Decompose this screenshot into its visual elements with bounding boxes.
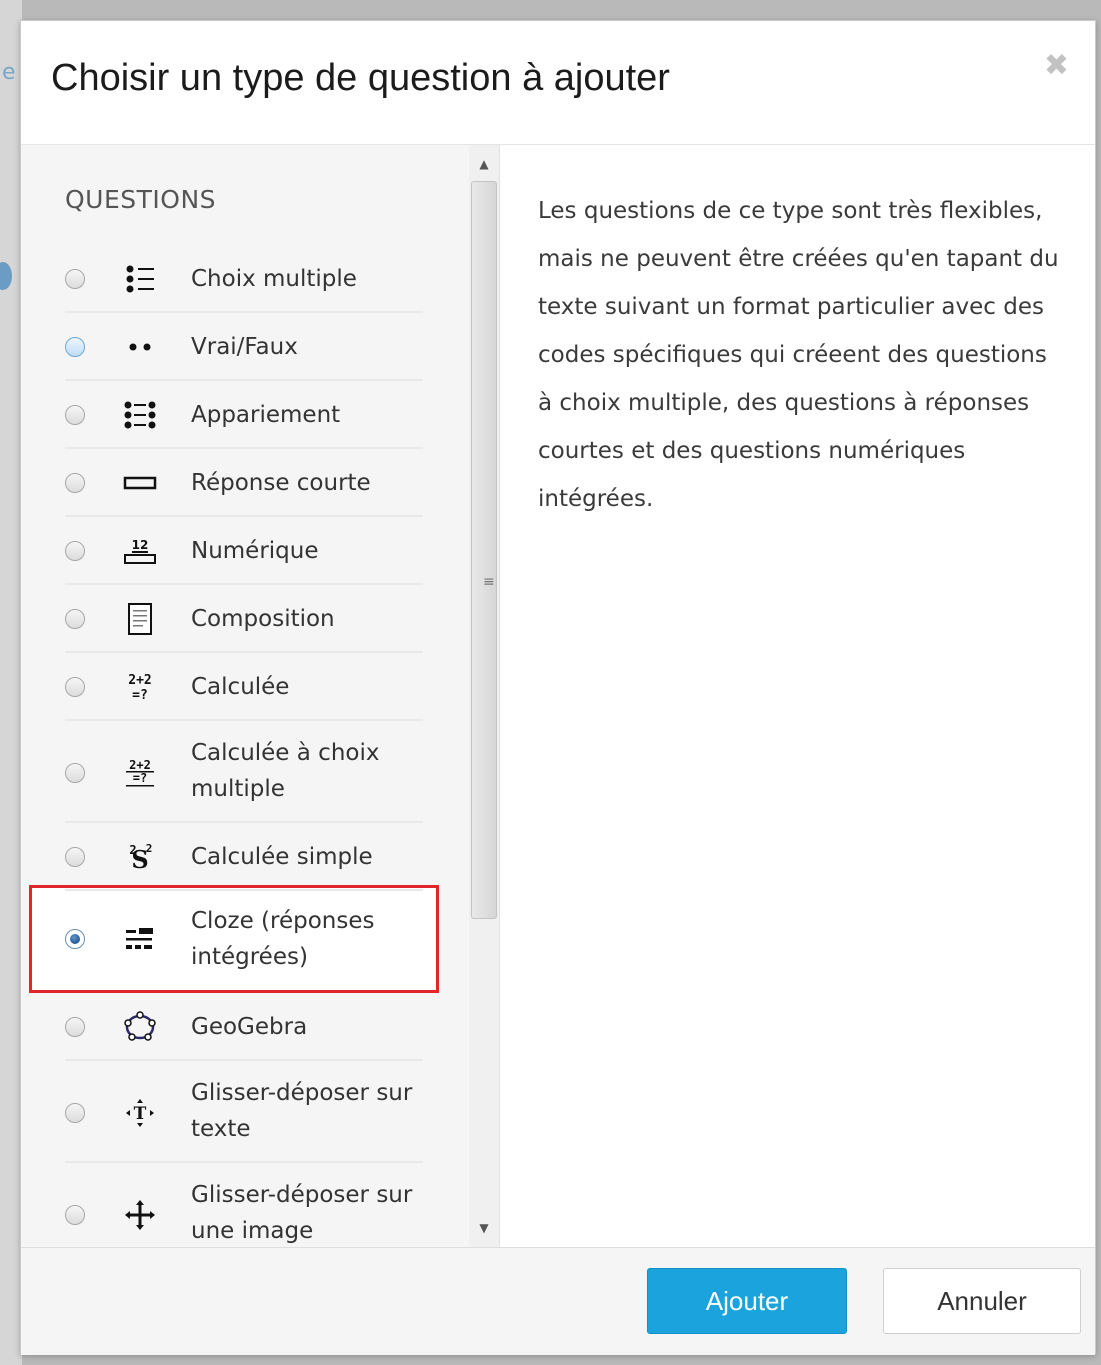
page-backdrop: e [0, 0, 22, 1365]
calculated-simple-icon: 2S2 [123, 840, 157, 874]
question-type-description: Les questions de ce type sont très flexi… [538, 198, 1059, 512]
calculated-multichoice-icon: 2+2 =? [123, 756, 157, 790]
svg-text:2: 2 [146, 842, 153, 855]
cancel-button[interactable]: Annuler [883, 1268, 1081, 1334]
question-type-label: Vrai/Faux [191, 334, 298, 360]
question-type-option[interactable]: Cloze (réponses intégrées) [21, 891, 467, 987]
question-type-radio[interactable] [65, 929, 85, 949]
question-type-option[interactable]: Vrai/Faux [21, 313, 467, 381]
question-type-label: Glisser-déposer sur texte [191, 1080, 413, 1142]
question-type-option[interactable]: 2S2 Calculée simple [21, 823, 467, 891]
svg-text:2+2: 2+2 [128, 673, 151, 688]
scroll-thumb[interactable]: ≡ [471, 181, 497, 919]
dialog-body: QUESTIONS Choix multiple Vrai/Faux Appar… [21, 145, 1095, 1247]
question-type-radio[interactable] [65, 541, 85, 561]
backdrop-fragment [0, 262, 12, 290]
question-type-label: Appariement [191, 402, 341, 428]
question-type-radio[interactable] [65, 763, 85, 783]
question-type-radio[interactable] [65, 677, 85, 697]
question-type-label: Calculée à choix multiple [191, 740, 380, 802]
drag-drop-text-icon: T [123, 1096, 157, 1130]
scroll-up-arrow-icon[interactable]: ▲ [469, 149, 499, 179]
description-panel: Les questions de ce type sont très flexi… [499, 145, 1095, 1247]
question-type-radio[interactable] [65, 405, 85, 425]
svg-text:=?: =? [133, 771, 147, 785]
question-type-list-panel: QUESTIONS Choix multiple Vrai/Faux Appar… [21, 145, 499, 1247]
scroll-down-arrow-icon[interactable]: ▼ [469, 1213, 499, 1243]
question-type-label: Choix multiple [191, 266, 357, 292]
list-scrollbar[interactable]: ▲ ≡ ▼ [469, 145, 499, 1247]
question-type-label: Composition [191, 606, 335, 632]
svg-text:2+2: 2+2 [129, 758, 151, 772]
essay-icon [123, 602, 157, 636]
true-false-icon [123, 330, 157, 364]
matching-icon [123, 398, 157, 432]
question-type-option[interactable]: Composition [21, 585, 467, 653]
svg-text:12: 12 [132, 538, 149, 552]
question-type-label: Calculée [191, 674, 290, 700]
question-type-radio[interactable] [65, 847, 85, 867]
add-button[interactable]: Ajouter [647, 1268, 847, 1334]
close-icon[interactable]: ✖ [1044, 51, 1069, 81]
question-type-label: Numérique [191, 538, 319, 564]
numerical-icon: 12 [123, 534, 157, 568]
geogebra-icon [123, 1010, 157, 1044]
question-type-option[interactable]: 2+2 =? Calculée à choix multiple [21, 721, 467, 823]
question-type-radio[interactable] [65, 473, 85, 493]
question-type-radio[interactable] [65, 337, 85, 357]
question-type-option[interactable]: Réponse courte [21, 449, 467, 517]
dialog-header: Choisir un type de question à ajouter ✖ [21, 21, 1095, 145]
svg-text:T: T [134, 1104, 147, 1124]
question-type-option[interactable]: GeoGebra [21, 993, 467, 1061]
dialog-title: Choisir un type de question à ajouter [51, 57, 670, 99]
question-type-option[interactable]: Glisser-déposer sur une image [21, 1163, 467, 1247]
question-type-label: GeoGebra [191, 1014, 308, 1040]
question-type-option[interactable]: Appariement [21, 381, 467, 449]
question-type-radio[interactable] [65, 1017, 85, 1037]
question-type-option[interactable]: 12 Numérique [21, 517, 467, 585]
question-type-option[interactable]: Choix multiple [21, 245, 467, 313]
question-type-option[interactable]: T Glisser-déposer sur texte [21, 1061, 467, 1163]
add-question-dialog: Choisir un type de question à ajouter ✖ … [20, 20, 1096, 1355]
question-type-label: Cloze (réponses intégrées) [191, 908, 375, 970]
backdrop-fragment: e [2, 60, 16, 85]
question-type-radio[interactable] [65, 1103, 85, 1123]
question-type-radio[interactable] [65, 269, 85, 289]
question-type-label: Réponse courte [191, 470, 371, 496]
question-type-option[interactable]: 2+2 =? Calculée [21, 653, 467, 721]
svg-text:=?: =? [132, 688, 148, 703]
short-answer-icon [123, 466, 157, 500]
multiple-choice-icon [123, 262, 157, 296]
grip-icon: ≡ [483, 574, 495, 590]
section-label: QUESTIONS [65, 185, 217, 214]
cloze-icon [123, 922, 157, 956]
question-type-label: Glisser-déposer sur une image [191, 1182, 413, 1244]
calculated-icon: 2+2 =? [123, 670, 157, 704]
question-type-label: Calculée simple [191, 844, 373, 870]
dialog-footer: Ajouter Annuler [21, 1247, 1095, 1355]
drag-drop-image-icon [123, 1198, 157, 1232]
question-type-radio[interactable] [65, 609, 85, 629]
question-type-radio[interactable] [65, 1205, 85, 1225]
